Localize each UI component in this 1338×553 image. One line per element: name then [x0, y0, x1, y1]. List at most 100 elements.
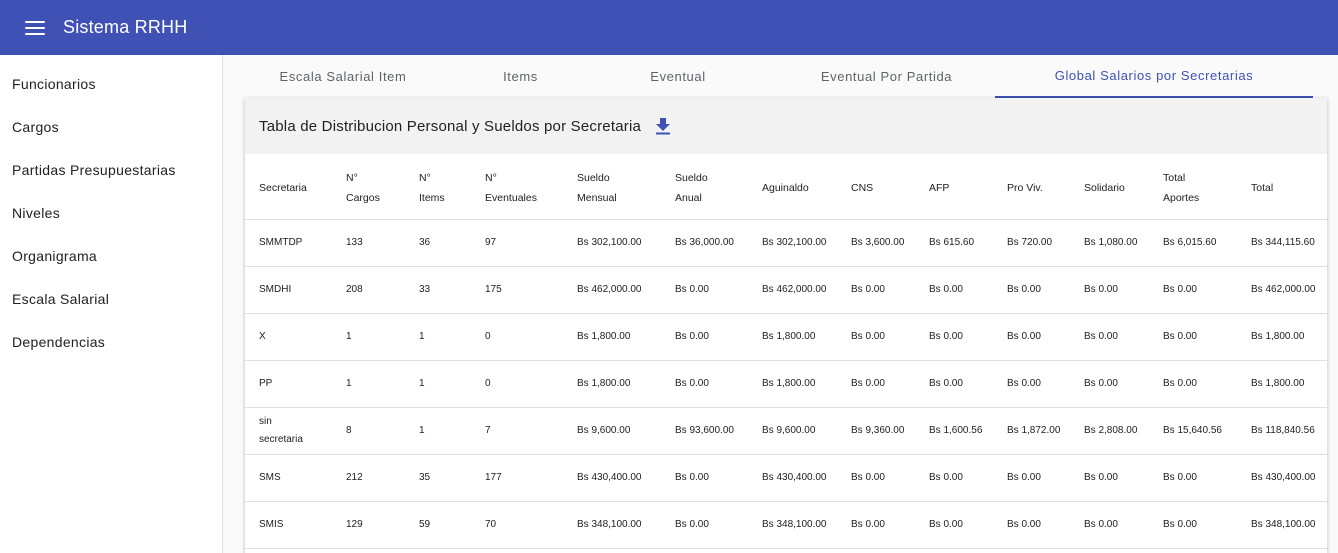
header-secretaria[interactable]: Secretaria: [245, 158, 332, 220]
cell-solidario-value: Bs 0.00: [1084, 283, 1118, 295]
cell-afp-value: Bs 0.00: [929, 471, 963, 483]
cell-n-cargos: 1: [332, 360, 405, 408]
cell-total-aportes-value: Bs 0.00: [1163, 330, 1197, 342]
cell-secretaria: sin secretaria: [245, 407, 332, 455]
cell-sueldo-anual-value: Bs 0.00: [675, 330, 709, 342]
cell-n-cargos: 8: [332, 407, 405, 455]
sidebar-item-dependencias[interactable]: Dependencias: [0, 320, 222, 363]
cell-total-value: Bs 1,800.00: [1251, 330, 1305, 342]
cell-sueldo-anual-value: Bs 93,600.00: [675, 424, 734, 436]
header-sueldo-anual[interactable]: Sueldo Anual: [661, 158, 748, 220]
cell-cns-value: Bs 3,600.00: [851, 236, 905, 248]
cell-total: Bs 430,400.00: [1237, 454, 1327, 502]
cell-n-cargos: 212: [332, 454, 405, 502]
cell-secretaria-value: SMDHI: [259, 283, 292, 295]
cell-total-aportes: Bs 0.00: [1149, 266, 1237, 314]
header-sueldo-mensual[interactable]: Sueldo Mensual: [563, 158, 661, 220]
tab-items[interactable]: Items: [463, 55, 578, 98]
cell-n-eventuales: 97: [471, 219, 563, 267]
cell-n-cargos: 129: [332, 501, 405, 549]
cell-total-value: Bs 1,800.00: [1251, 377, 1305, 389]
download-icon[interactable]: [655, 117, 671, 135]
tab-eventual[interactable]: Eventual: [578, 55, 778, 98]
main-content: Escala Salarial Item Items Eventual Even…: [223, 55, 1338, 553]
tab-escala-salarial-item[interactable]: Escala Salarial Item: [223, 55, 463, 98]
cell-secretaria: X: [245, 313, 332, 361]
cell-cns: Bs 3,600.00: [837, 219, 915, 267]
cell-n-cargos-value: 8: [346, 424, 352, 436]
cell-n-items: 35: [405, 454, 471, 502]
cell-aguinaldo: Bs 430,400.00: [748, 454, 837, 502]
cell-afp-value: Bs 1,600.56: [929, 424, 983, 436]
cell-sueldo-anual: Bs 0.00: [661, 454, 748, 502]
cell-aguinaldo: Bs 9,600.00: [748, 407, 837, 455]
cell-n-items-value: 36: [419, 236, 431, 248]
header-total-aportes[interactable]: Total Aportes: [1149, 158, 1237, 220]
cell-sueldo-mensual: Bs 462,000.00: [563, 266, 661, 314]
sidebar-item-funcionarios[interactable]: Funcionarios: [0, 62, 222, 105]
cell-sueldo-anual: Bs 0.00: [661, 266, 748, 314]
cell-sueldo-anual-value: Bs 0.00: [675, 471, 709, 483]
header-n-cargos[interactable]: N° Cargos: [332, 158, 405, 220]
header-total[interactable]: Total: [1237, 158, 1327, 220]
cell-n-items: 59: [405, 501, 471, 549]
cell-afp-value: Bs 0.00: [929, 518, 963, 530]
cell-sueldo-anual-value: Bs 0.00: [675, 377, 709, 389]
cell-pro-viv-value: Bs 0.00: [1007, 330, 1041, 342]
cell-total-value: Bs 348,100.00: [1251, 518, 1316, 530]
header-sueldo-anual-label: Sueldo Anual: [675, 172, 708, 205]
cell-n-eventuales: 177: [471, 454, 563, 502]
sidebar-item-escala-salarial[interactable]: Escala Salarial: [0, 277, 222, 320]
header-solidario[interactable]: Solidario: [1070, 158, 1149, 220]
cell-n-eventuales: 0: [471, 313, 563, 361]
cell-n-items: 1: [405, 407, 471, 455]
header-cns[interactable]: CNS: [837, 158, 915, 220]
cell-n-items-value: 33: [419, 283, 431, 295]
cell-sueldo-anual-value: Bs 0.00: [675, 518, 709, 530]
cell-pro-viv: Bs 0.00: [993, 501, 1070, 549]
tab-global-salarios-por-secretarias[interactable]: Global Salarios por Secretarias: [995, 55, 1313, 98]
cell-pro-viv-value: Bs 0.00: [1007, 283, 1041, 295]
cell-total-aportes: Bs 0.00: [1149, 313, 1237, 361]
tab-eventual-por-partida[interactable]: Eventual Por Partida: [778, 55, 995, 98]
cell-cns: Bs 0.00: [837, 454, 915, 502]
cell-aguinaldo-value: Bs 1,800.00: [762, 330, 816, 342]
cell-sueldo-anual: Bs 36,000.00: [661, 219, 748, 267]
cell-secretaria: SMS: [245, 454, 332, 502]
cell-pro-viv: Bs 0.00: [993, 454, 1070, 502]
card-header: Tabla de Distribucion Personal y Sueldos…: [245, 98, 1327, 154]
cell-sueldo-anual: Bs 0.00: [661, 313, 748, 361]
cell-cns-value: Bs 0.00: [851, 377, 885, 389]
cell-secretaria-value: SMS: [259, 471, 281, 483]
sidebar-item-partidas-presupuestarias[interactable]: Partidas Presupuestarias: [0, 148, 222, 191]
cell-afp: Bs 0.00: [915, 266, 993, 314]
cell-n-eventuales: 7: [471, 407, 563, 455]
card-title: Tabla de Distribucion Personal y Sueldos…: [259, 117, 642, 135]
cell-total-aportes-value: Bs 0.00: [1163, 518, 1197, 530]
header-n-items[interactable]: N° Items: [405, 158, 471, 220]
sidebar-item-organigrama[interactable]: Organigrama: [0, 234, 222, 277]
cell-afp-value: Bs 0.00: [929, 330, 963, 342]
cell-afp-value: Bs 0.00: [929, 377, 963, 389]
cell-cns-value: Bs 9,360.00: [851, 424, 905, 436]
cell-n-items-value: 35: [419, 471, 431, 483]
cell-sueldo-anual: Bs 0.00: [661, 501, 748, 549]
header-aguinaldo[interactable]: Aguinaldo: [748, 158, 837, 220]
cell-n-items-value: 1: [419, 424, 425, 436]
table-row: SMDHI 208 33 175 Bs 462,000.00 Bs 0.00 Bs 462,…: [245, 266, 1327, 314]
sidebar-item-cargos[interactable]: Cargos: [0, 105, 222, 148]
cell-n-cargos-value: 133: [346, 236, 363, 248]
header-afp[interactable]: AFP: [915, 158, 993, 220]
table-body: SMMTDP 133 36 97 Bs 302,100.00 Bs 36,000.00 Bs…: [245, 219, 1327, 549]
cell-total: Bs 1,800.00: [1237, 313, 1327, 361]
cell-n-cargos-value: 1: [346, 330, 352, 342]
header-n-eventuales[interactable]: N° Eventuales: [471, 158, 563, 220]
cell-pro-viv-value: Bs 0.00: [1007, 518, 1041, 530]
cell-total: Bs 348,100.00: [1237, 501, 1327, 549]
sidebar-item-niveles[interactable]: Niveles: [0, 191, 222, 234]
header-pro-viv[interactable]: Pro Viv.: [993, 158, 1070, 220]
cell-cns: Bs 0.00: [837, 313, 915, 361]
cell-afp: Bs 0.00: [915, 313, 993, 361]
cell-total-aportes: Bs 0.00: [1149, 454, 1237, 502]
menu-icon[interactable]: [25, 20, 45, 35]
